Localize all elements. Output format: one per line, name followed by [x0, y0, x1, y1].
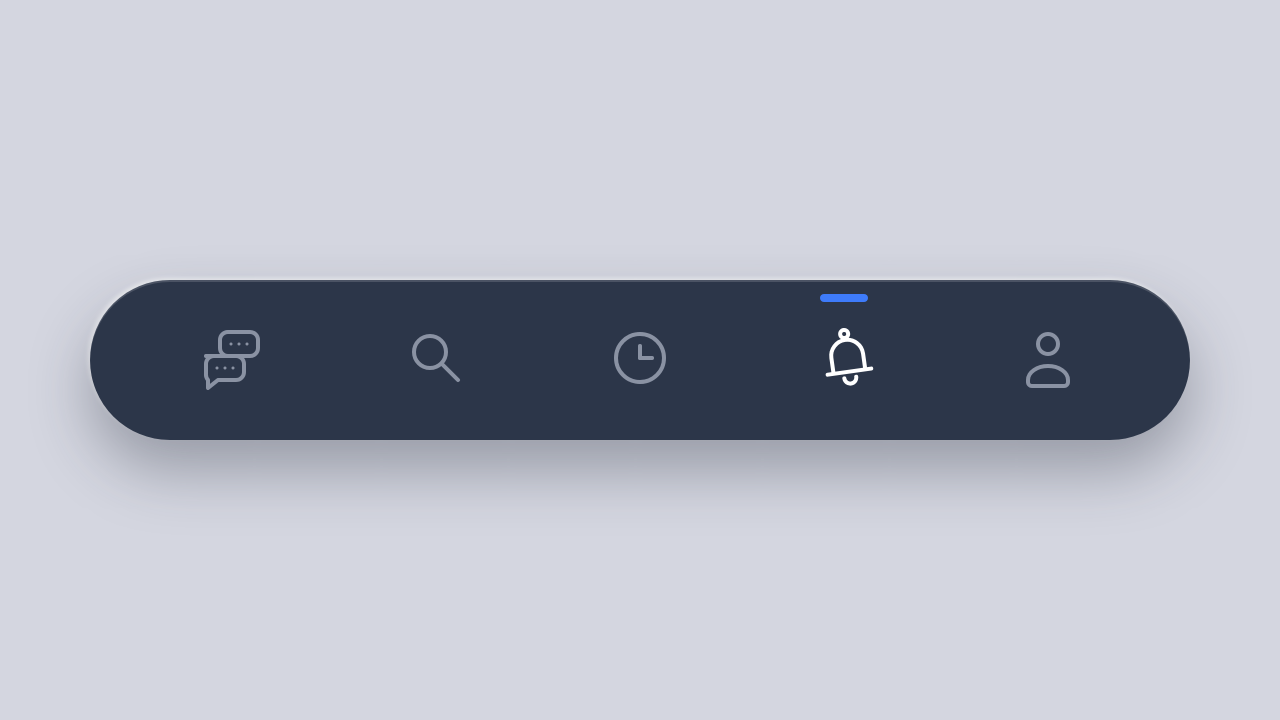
- clock-icon: [608, 326, 672, 395]
- active-indicator: [820, 294, 868, 302]
- nav-item-search[interactable]: [376, 300, 496, 420]
- nav-item-chats[interactable]: [172, 300, 292, 420]
- chats-icon: [200, 326, 264, 395]
- nav-item-activity[interactable]: [580, 300, 700, 420]
- bottom-nav-bar: [90, 280, 1190, 440]
- nav-item-notifications[interactable]: [784, 300, 904, 420]
- user-icon: [1016, 326, 1080, 395]
- search-icon: [404, 326, 468, 395]
- bell-icon: [811, 321, 884, 398]
- nav-item-profile[interactable]: [988, 300, 1108, 420]
